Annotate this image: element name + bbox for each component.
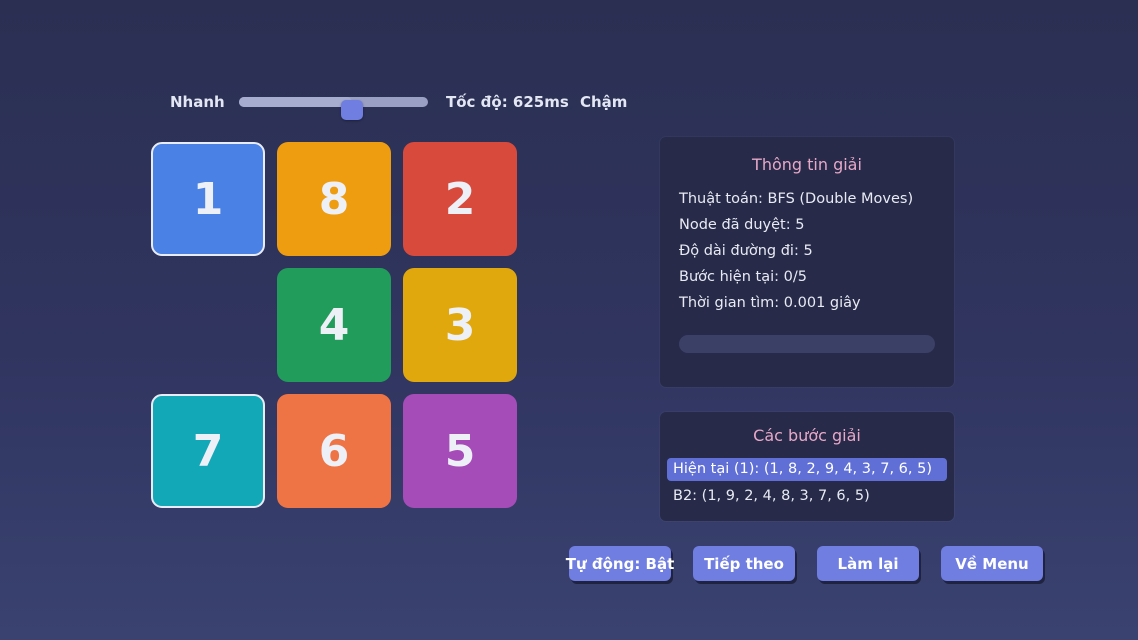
tile-2[interactable]: 2 [403,142,517,256]
auto-play-button[interactable]: Tự động: Bật [566,546,674,581]
reset-button[interactable]: Làm lại [817,546,919,581]
solution-progress-bar [679,335,935,353]
step-item-current[interactable]: Hiện tại (1): (1, 8, 2, 9, 4, 3, 7, 6, 5… [667,458,947,481]
next-step-button[interactable]: Tiếp theo [693,546,795,581]
tile-6[interactable]: 6 [277,394,391,508]
speed-slider-handle[interactable] [341,100,364,120]
speed-control: Nhanh Tốc độ: 625ms Chậm [170,88,650,120]
current-step-text: Bước hiện tại: 0/5 [679,269,807,285]
step-item-b2[interactable]: B2: (1, 9, 2, 4, 8, 3, 7, 6, 5) [667,485,947,508]
tile-3[interactable]: 3 [403,268,517,382]
speed-fast-label: Nhanh [170,93,225,111]
tile-5[interactable]: 5 [403,394,517,508]
back-to-menu-button[interactable]: Về Menu [941,546,1043,581]
algorithm-text: Thuật toán: BFS (Double Moves) [679,191,914,207]
solution-steps-panel: Các bước giải Hiện tại (1): (1, 8, 2, 9,… [660,412,954,521]
path-length-text: Độ dài đường đi: 5 [679,243,813,259]
speed-slow-label: Chậm [580,93,628,111]
search-time-text: Thời gian tìm: 0.001 giây [679,295,861,311]
visited-nodes-text: Node đã duyệt: 5 [679,217,805,233]
puzzle-board: 18243 765 [151,142,517,508]
tile-4[interactable]: 4 [277,268,391,382]
tile-8[interactable]: 8 [277,142,391,256]
tile-7[interactable]: 7 [151,394,265,508]
speed-slider[interactable] [239,97,428,120]
speed-slider-fill [239,97,353,107]
solution-info-panel: Thông tin giải Thuật toán: BFS (Double M… [660,137,954,387]
speed-value-label: Tốc độ: 625ms [446,93,569,111]
solution-info-title: Thông tin giải [752,155,862,174]
solution-steps-title: Các bước giải [753,426,861,445]
tile-1[interactable]: 1 [151,142,265,256]
